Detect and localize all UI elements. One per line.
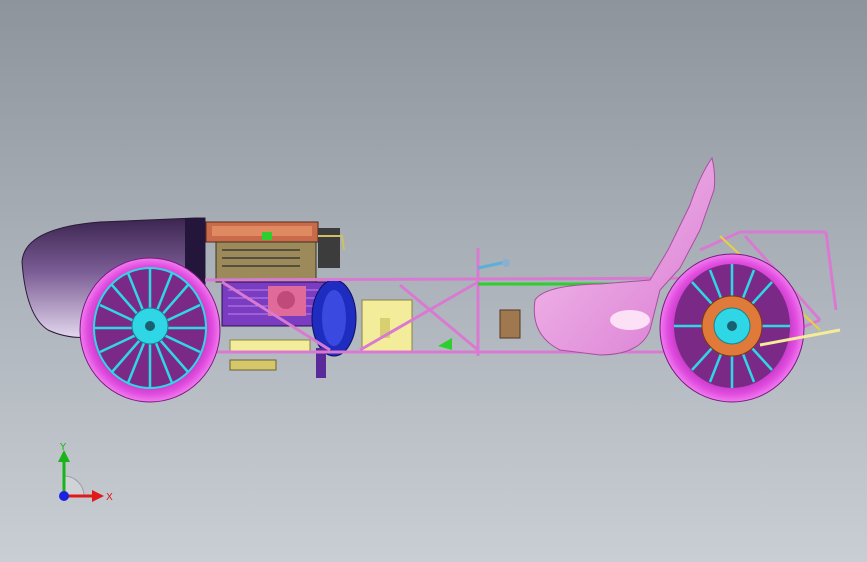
front-wheel[interactable] [79,257,221,403]
cad-viewport[interactable] [0,0,867,562]
y-axis-label: Y [59,442,67,453]
arrow-marker [438,338,452,350]
x-axis-label: X [106,492,113,503]
coordinate-triad[interactable]: Y X [44,438,124,508]
engine-assembly[interactable] [205,221,357,378]
steering-column[interactable] [477,260,507,270]
origin-icon [59,491,69,501]
x-axis-arrow-icon [92,490,104,502]
rear-wheel[interactable] [659,253,805,403]
